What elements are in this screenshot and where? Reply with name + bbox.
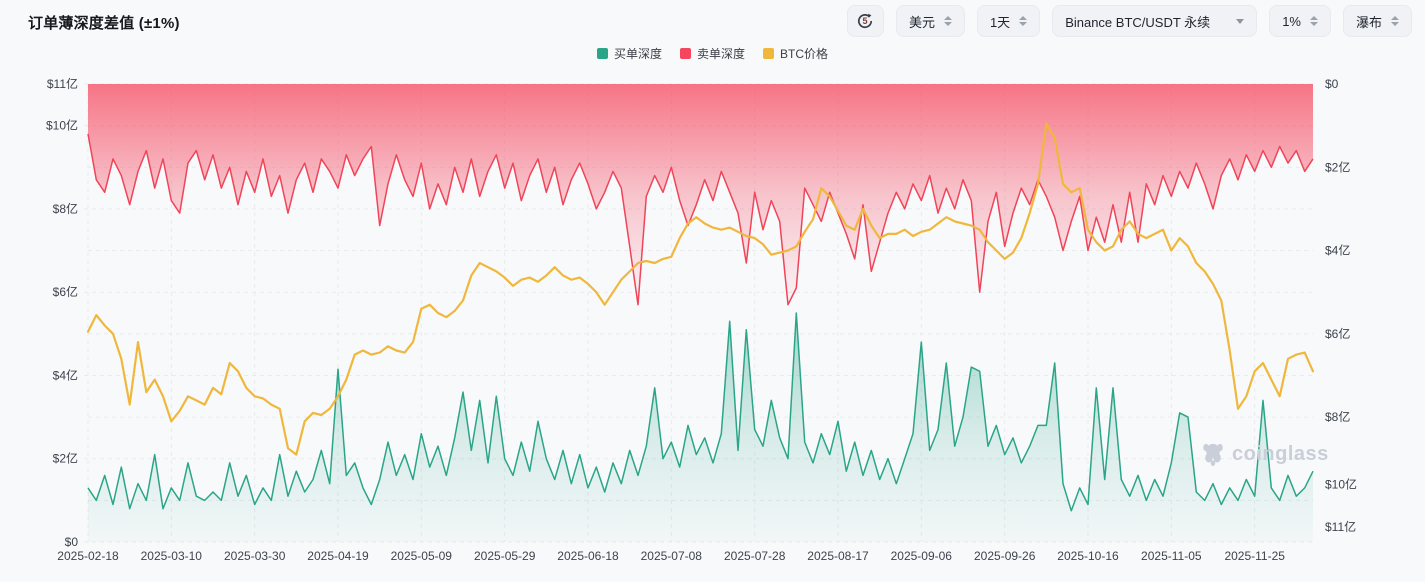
svg-text:2025-07-08: 2025-07-08 bbox=[641, 549, 703, 563]
svg-text:$0: $0 bbox=[65, 535, 79, 549]
svg-text:2025-11-05: 2025-11-05 bbox=[1141, 549, 1202, 563]
svg-text:2025-09-06: 2025-09-06 bbox=[891, 549, 953, 563]
svg-text:2025-05-29: 2025-05-29 bbox=[474, 549, 536, 563]
svg-text:$11亿: $11亿 bbox=[47, 76, 78, 91]
svg-text:2025-03-30: 2025-03-30 bbox=[224, 549, 286, 563]
buy-depth-area bbox=[88, 313, 1313, 542]
svg-text:2025-02-18: 2025-02-18 bbox=[57, 549, 119, 563]
svg-text:2025-07-28: 2025-07-28 bbox=[724, 549, 786, 563]
svg-text:2025-11-25: 2025-11-25 bbox=[1224, 549, 1285, 563]
svg-text:$8亿: $8亿 bbox=[1325, 409, 1350, 424]
svg-text:$4亿: $4亿 bbox=[53, 368, 78, 383]
depth-chart-svg: $0 $0 $2亿 $2亿 $4亿 $4亿 $6亿 $6亿 $8亿 $8亿 $10亿 $10亿 $11亿… bbox=[0, 0, 1425, 582]
depth-chart-plot-area[interactable]: $0 $0 $2亿 $2亿 $4亿 $4亿 $6亿 $6亿 $8亿 $8亿 $10亿 $10亿 $11亿… bbox=[0, 0, 1425, 582]
svg-text:$6亿: $6亿 bbox=[1325, 326, 1350, 341]
svg-text:$6亿: $6亿 bbox=[53, 284, 78, 299]
svg-text:$2亿: $2亿 bbox=[1325, 159, 1350, 174]
svg-text:2025-03-10: 2025-03-10 bbox=[141, 549, 203, 563]
svg-text:2025-09-26: 2025-09-26 bbox=[974, 549, 1036, 563]
svg-text:$2亿: $2亿 bbox=[53, 451, 78, 466]
svg-text:2025-06-18: 2025-06-18 bbox=[557, 549, 619, 563]
svg-text:2025-08-17: 2025-08-17 bbox=[807, 549, 869, 563]
svg-text:2025-04-19: 2025-04-19 bbox=[307, 549, 369, 563]
svg-text:$10亿: $10亿 bbox=[1325, 476, 1357, 491]
svg-text:2025-05-09: 2025-05-09 bbox=[391, 549, 453, 563]
svg-text:$10亿: $10亿 bbox=[46, 118, 78, 133]
svg-text:2025-10-16: 2025-10-16 bbox=[1057, 549, 1119, 563]
svg-text:$4亿: $4亿 bbox=[1325, 243, 1350, 258]
svg-text:$11亿: $11亿 bbox=[1325, 519, 1356, 534]
svg-text:$8亿: $8亿 bbox=[53, 201, 78, 216]
series-layer bbox=[88, 84, 1313, 542]
svg-text:$0: $0 bbox=[1325, 77, 1339, 91]
